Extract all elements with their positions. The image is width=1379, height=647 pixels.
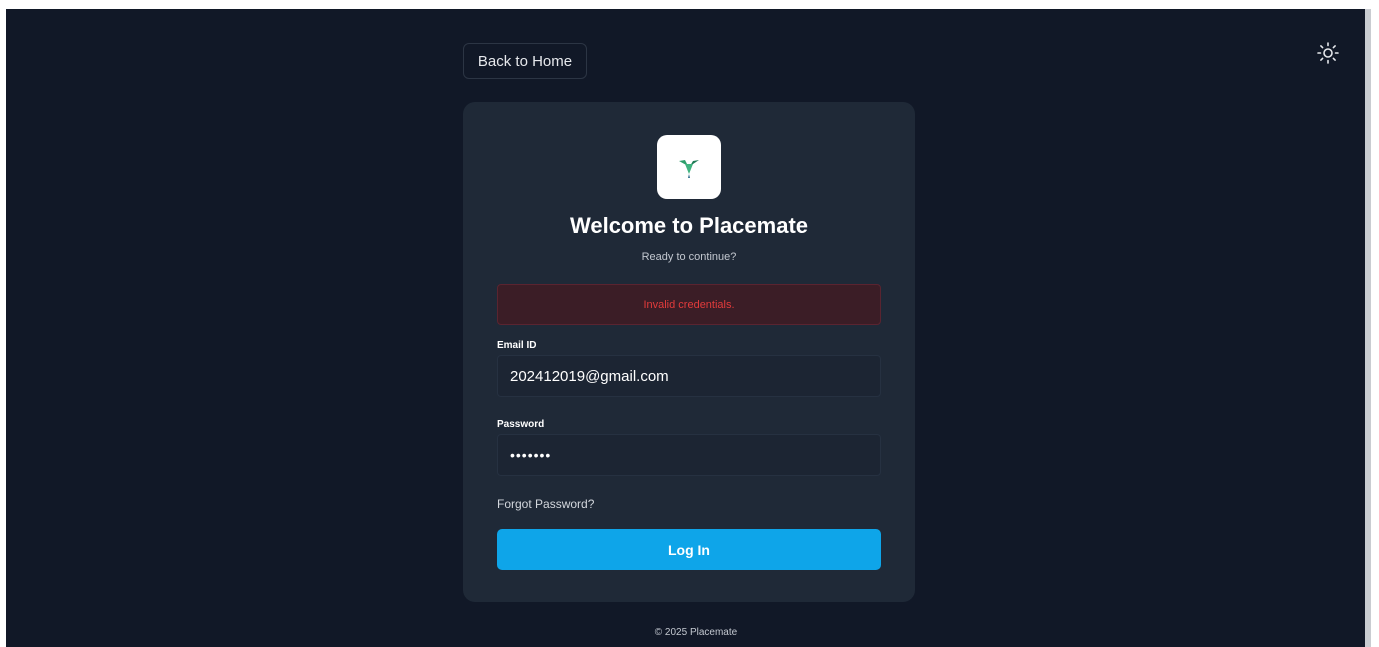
scrollbar[interactable]: [1365, 9, 1371, 647]
hummingbird-logo-icon: [679, 160, 699, 178]
login-button[interactable]: Log In: [497, 529, 881, 570]
password-field[interactable]: [497, 434, 881, 476]
back-to-home-button[interactable]: Back to Home: [463, 43, 587, 79]
footer-copyright: © 2025 Placemate: [654, 627, 738, 638]
password-label: Password: [497, 419, 545, 430]
page-subtitle: Ready to continue?: [641, 251, 737, 263]
app-logo: [657, 135, 721, 199]
page-title: Welcome to Placemate: [569, 213, 809, 238]
theme-toggle-button[interactable]: [1316, 41, 1340, 65]
email-field[interactable]: [497, 355, 881, 397]
error-alert: Invalid credentials.: [497, 284, 881, 325]
login-card: Welcome to Placemate Ready to continue? …: [463, 102, 915, 602]
page-background: Back to Home Welcome to Placemate Ready …: [6, 9, 1371, 647]
email-label: Email ID: [497, 340, 537, 351]
sun-icon: [1317, 42, 1339, 64]
forgot-password-link[interactable]: Forgot Password?: [497, 497, 594, 511]
